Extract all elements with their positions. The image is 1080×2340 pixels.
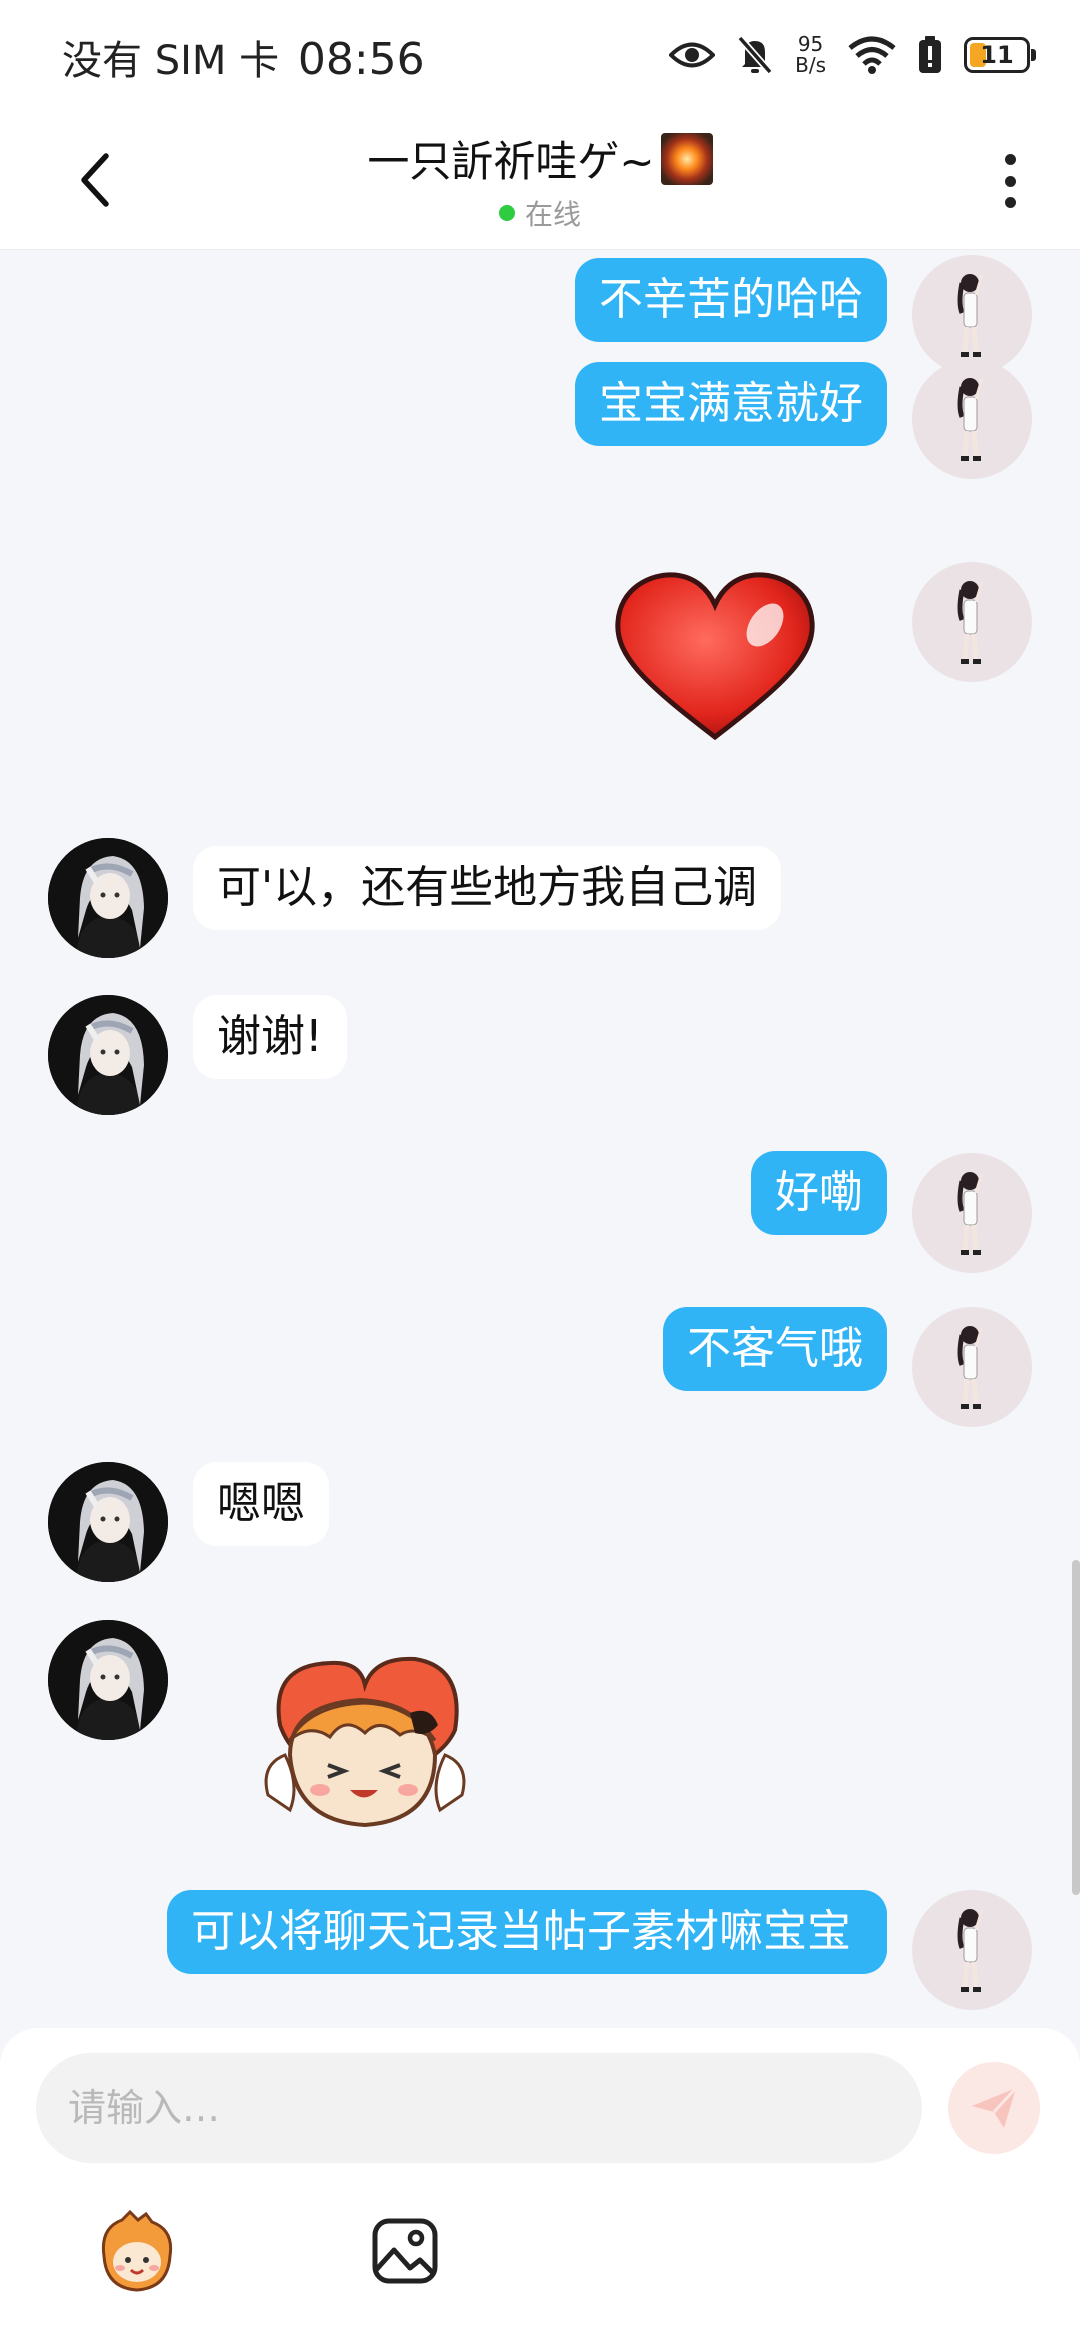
message-bubble-outgoing[interactable]: 可以将聊天记录当帖子素材嘛宝宝 <box>167 1890 887 1974</box>
cartoon-sticker[interactable] <box>250 1645 480 1849</box>
message-bubble-outgoing[interactable]: 宝宝满意就好 <box>575 362 887 446</box>
battery-alert-icon <box>919 36 941 73</box>
status-left: 没有 SIM 卡 08:56 <box>62 28 425 86</box>
image-picker-button[interactable] <box>370 2216 440 2286</box>
net-speed-unit: B/s <box>795 53 826 77</box>
message-input[interactable] <box>36 2053 922 2163</box>
message-bubble-outgoing[interactable]: 好嘞 <box>751 1151 887 1235</box>
message-input-container <box>36 2053 922 2163</box>
my-avatar[interactable] <box>912 562 1032 682</box>
cartoon-girl-heart-icon <box>264 1656 466 1828</box>
firework-emoji-icon <box>660 132 713 185</box>
avatar-figure-icon <box>957 1172 984 1255</box>
carrier-text: 没有 SIM 卡 <box>62 38 280 84</box>
my-avatar[interactable] <box>912 359 1032 479</box>
online-dot-icon <box>498 205 515 221</box>
online-status: 在线 <box>498 193 581 233</box>
online-status-text: 在线 <box>524 198 581 231</box>
avatar-girl-icon <box>48 1462 168 1582</box>
my-avatar[interactable] <box>912 255 1032 375</box>
more-options-button[interactable] <box>990 146 1030 216</box>
contact-avatar[interactable] <box>48 995 168 1115</box>
emoji-sticker-icon <box>101 2209 173 2292</box>
eye-icon <box>669 42 716 68</box>
battery-icon: 11 <box>964 37 1036 73</box>
message-bubble-outgoing[interactable]: 不辛苦的哈哈 <box>575 258 887 342</box>
chat-screen: 没有 SIM 卡 08:56 95 B/s 11 一只訢祈哇ゲ~ 在线 不辛苦的… <box>0 0 1080 2340</box>
emoji-sticker-button[interactable] <box>92 2208 182 2298</box>
input-area <box>0 2028 1080 2340</box>
message-list[interactable]: 不辛苦的哈哈 宝宝满意就好 可'以，还有些地方我自己调 谢谢! 好嘞 不客气哦 … <box>0 250 1080 2030</box>
red-heart-icon <box>615 572 815 741</box>
back-button[interactable] <box>60 140 130 220</box>
chat-header: 一只訢祈哇ゲ~ 在线 <box>0 110 1080 250</box>
chevron-left-icon <box>81 153 109 207</box>
avatar-girl-icon <box>48 1620 168 1740</box>
status-right: 95 B/s 11 <box>669 30 1036 80</box>
status-bar: 没有 SIM 卡 08:56 95 B/s 11 <box>0 0 1080 110</box>
battery-tip <box>1031 49 1036 61</box>
my-avatar[interactable] <box>912 1153 1032 1273</box>
message-bubble-incoming[interactable]: 嗯嗯 <box>193 1462 329 1546</box>
battery-level: 11 <box>980 41 1014 69</box>
net-speed-value: 95 <box>797 32 824 56</box>
more-dot-icon <box>1004 197 1016 208</box>
avatar-figure-icon <box>957 1909 984 1992</box>
bell-muted-icon <box>737 35 773 75</box>
my-avatar[interactable] <box>912 1307 1032 1427</box>
my-avatar[interactable] <box>912 1890 1032 2010</box>
contact-avatar[interactable] <box>48 838 168 958</box>
avatar-girl-icon <box>48 838 168 958</box>
avatar-figure-icon <box>957 581 984 664</box>
image-icon <box>372 2218 438 2284</box>
avatar-figure-icon <box>957 378 984 461</box>
contact-info[interactable]: 一只訢祈哇ゲ~ 在线 <box>240 128 840 233</box>
contact-title: 一只訢祈哇ゲ~ <box>367 128 713 189</box>
send-paper-plane-icon <box>972 2086 1018 2128</box>
heart-sticker[interactable] <box>610 567 820 751</box>
more-dot-icon <box>1004 154 1016 165</box>
network-speed: 95 B/s <box>795 34 826 76</box>
avatar-figure-icon <box>957 1326 984 1409</box>
contact-avatar[interactable] <box>48 1620 168 1740</box>
contact-name: 一只訢祈哇ゲ~ <box>367 137 655 186</box>
contact-avatar[interactable] <box>48 1462 168 1582</box>
avatar-figure-icon <box>957 274 984 357</box>
more-dot-icon <box>1004 175 1016 187</box>
avatar-girl-icon <box>48 995 168 1115</box>
clock: 08:56 <box>297 34 425 85</box>
message-bubble-incoming[interactable]: 谢谢! <box>193 995 347 1079</box>
message-bubble-incoming[interactable]: 可'以，还有些地方我自己调 <box>193 846 782 930</box>
message-scrollbar[interactable] <box>1072 1560 1080 1895</box>
wifi-icon <box>848 36 896 74</box>
message-bubble-outgoing[interactable]: 不客气哦 <box>663 1307 887 1391</box>
send-button[interactable] <box>948 2062 1040 2154</box>
